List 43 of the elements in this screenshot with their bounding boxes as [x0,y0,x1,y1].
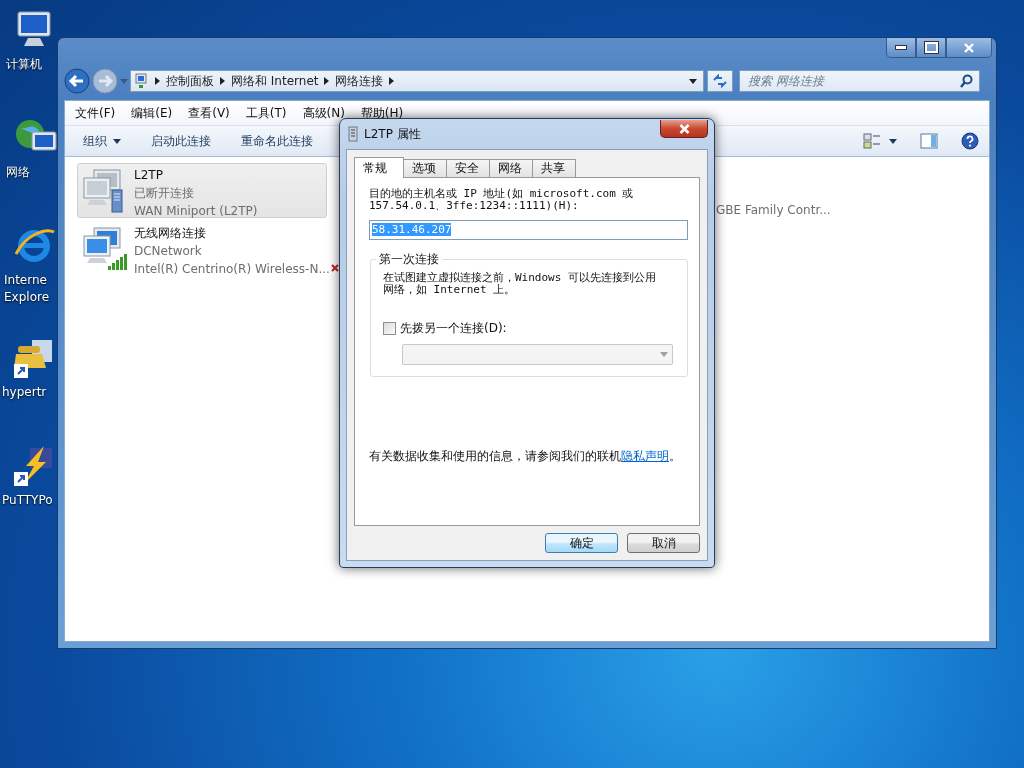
menu-item[interactable]: 编辑(E) [123,104,181,122]
group-title: 第一次连接 [376,252,442,266]
tab[interactable]: 安全 [446,159,490,177]
connection-name: L2TP [134,167,164,184]
privacy-link[interactable]: 隐私声明 [621,449,669,463]
tab[interactable]: 网络 [489,159,533,177]
connection-status: 已断开连接 [134,185,195,202]
cancel-button[interactable]: 取消 [627,533,700,553]
breadcrumb[interactable]: 网络连接 [335,72,384,90]
menu-item[interactable]: 高级(N) [294,104,353,122]
privacy-text: 有关数据收集和使用的信息，请参阅我们的联机隐私声明。 [369,449,681,463]
connection-item[interactable]: L2TP 已断开连接 WAN Miniport (L2TP) [77,163,327,218]
icon-label: Interne [4,272,47,289]
menu-item[interactable]: 工具(T) [237,104,295,122]
host-label: 目的地的主机名或 IP 地址(如 microsoft.com 或 157.54.0.1、3ffe:1234::1111)(H): [369,188,635,212]
connection-device: WAN Miniport (L2TP) [134,203,258,220]
icon-label: hypertr [2,384,47,401]
menu-item[interactable]: 查看(V) [180,104,238,122]
icon-label: Explore [4,289,50,306]
ok-button[interactable]: 确定 [545,533,618,553]
tab[interactable]: 选项 [403,159,447,177]
tab[interactable]: 共享 [532,159,576,177]
checkbox-label[interactable]: 先拨另一个连接(D): [400,320,507,337]
breadcrumb[interactable]: 网络和 Internet [231,72,319,90]
connection-status: DCNetwork [134,243,203,260]
connection-device: Intel(R) Centrino(R) Wireless-N... [134,261,330,278]
toolbar-button[interactable]: 重命名此连接 [229,128,325,154]
connection-device: GBE Family Contr... [716,203,831,219]
connection-name: 无线网络连接 [134,225,207,242]
search-field[interactable]: 搜索 网络连接 [739,70,980,92]
icon-label: 计算机 [6,56,42,73]
icon-label: 网络 [6,164,30,181]
tab[interactable]: 常规 [354,157,404,178]
toolbar-button[interactable]: 组织 [71,128,133,154]
toolbar-button[interactable]: 启动此连接 [139,128,223,154]
icon-label: PuTTYPo [2,492,53,509]
group-description: 在试图建立虚拟连接之前，Windows 可以先连接到公用网络，如 Internet 上。 [383,272,657,296]
dialog-title: L2TP 属性 [364,125,421,143]
menu-item[interactable]: 文件(F) [67,104,124,122]
breadcrumb[interactable]: 控制面板 [166,72,214,90]
address-bar[interactable]: 控制面板 网络和 Internet 网络连接 [130,70,704,92]
menu-item[interactable]: 帮助(H) [352,104,412,122]
connection-item[interactable]: 无线网络连接 DCNetwork Intel(R) Centrino(R) Wireless-N... [77,221,327,276]
